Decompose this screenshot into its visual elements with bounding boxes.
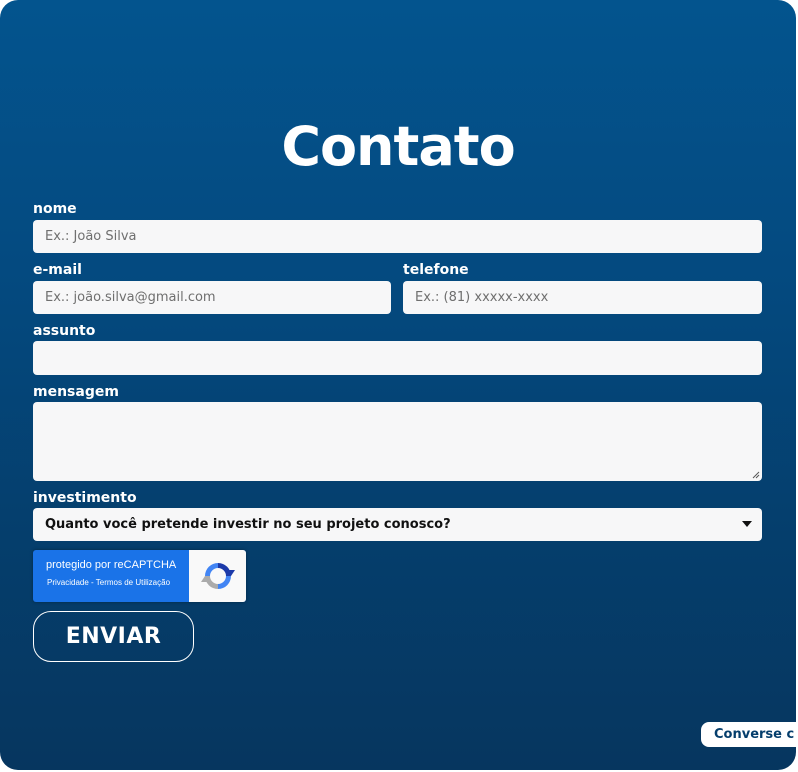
assunto-input[interactable] xyxy=(33,341,762,375)
telefone-label: telefone xyxy=(403,262,469,278)
recaptcha-icon xyxy=(189,550,246,602)
email-input[interactable] xyxy=(33,281,391,314)
telefone-input[interactable] xyxy=(403,281,762,314)
enviar-button[interactable]: ENVIAR xyxy=(33,611,194,662)
recaptcha-protected-text: protegido por reCAPTCHA xyxy=(46,559,177,571)
recaptcha-links[interactable]: Privacidade - Termos de Utilização xyxy=(47,578,170,587)
investimento-select[interactable]: Quanto você pretende investir no seu pro… xyxy=(33,508,762,541)
resize-grip-icon[interactable] xyxy=(752,471,760,479)
nome-label: nome xyxy=(33,201,77,217)
investimento-label: investimento xyxy=(33,490,137,506)
contact-card: Contato nome e-mail telefone assunto men… xyxy=(0,0,796,770)
recaptcha-badge[interactable]: protegido por reCAPTCHA Privacidade - Te… xyxy=(33,550,246,602)
mensagem-label: mensagem xyxy=(33,384,119,400)
mensagem-textarea[interactable] xyxy=(33,402,762,481)
chevron-down-icon xyxy=(742,521,752,527)
mensagem-wrapper xyxy=(33,402,762,481)
investimento-selected-value: Quanto você pretende investir no seu pro… xyxy=(45,517,451,532)
assunto-label: assunto xyxy=(33,323,96,339)
email-label: e-mail xyxy=(33,262,82,278)
page-title: Contato xyxy=(281,115,515,178)
nome-input[interactable] xyxy=(33,220,762,253)
chat-bubble-button[interactable]: Converse c xyxy=(701,722,796,747)
